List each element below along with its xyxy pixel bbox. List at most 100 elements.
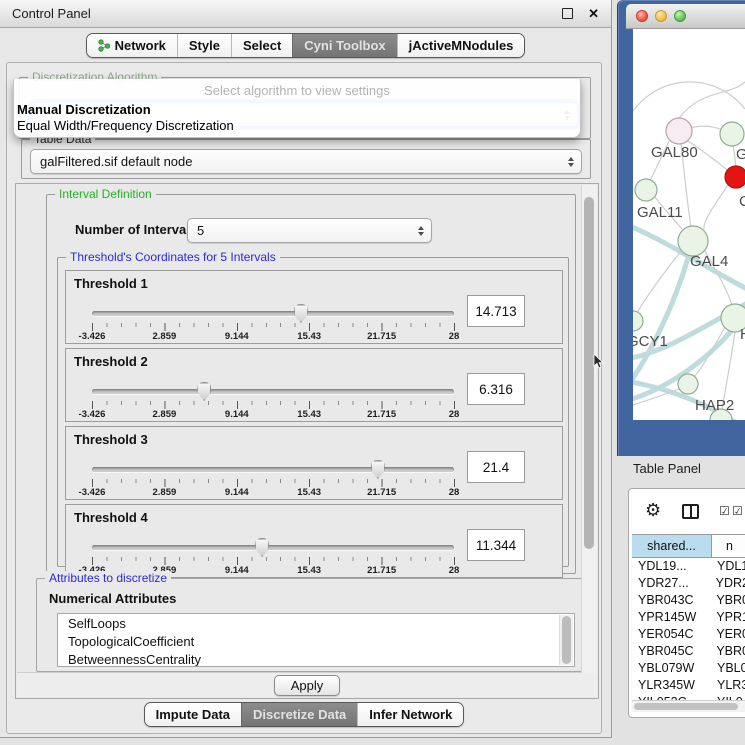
threshold-3-slider: -3.426 2.859 9.144 15.43 21.715 28 (92, 427, 454, 501)
slider-track[interactable] (92, 467, 454, 472)
cell[interactable]: YBR0 (710, 593, 745, 607)
slider-ticks (92, 401, 455, 409)
table-row[interactable]: YPR145WYPR1 (632, 608, 745, 625)
cell[interactable]: YER0 (710, 627, 745, 641)
cell[interactable]: YBR043C (632, 593, 710, 607)
cyni-toolbox-panel: Discretization Algorithm Select algorith… (6, 62, 602, 734)
tab-jactivemnodules[interactable]: jActiveMNodules (397, 34, 525, 57)
float-window-icon[interactable] (562, 8, 573, 19)
cell[interactable]: YDR2 (710, 576, 745, 590)
tick-label: 9.144 (225, 409, 249, 420)
cell[interactable]: YPR1 (710, 610, 745, 624)
cell[interactable]: YBL0 (711, 661, 745, 675)
network-graph: GAL80 GA C GAL11 GAL4 GCY1 H HAP2 (633, 29, 745, 420)
cell[interactable]: YDL19... (632, 559, 711, 573)
tab-discretize-data[interactable]: Discretize Data (241, 703, 357, 726)
dropdown-item-equal-width-frequency[interactable]: Equal Width/Frequency Discretization (17, 118, 234, 133)
node-hap2[interactable] (678, 374, 698, 394)
tab-network[interactable]: Network (87, 34, 177, 57)
threshold-3-value-field[interactable]: 21.4 (467, 451, 525, 483)
node-gal80[interactable] (666, 118, 692, 144)
node-top-right[interactable] (720, 122, 744, 146)
window-title: Control Panel (12, 6, 91, 21)
table-data-combobox[interactable]: galFiltered.sif default node (30, 149, 582, 174)
network-canvas[interactable]: GAL80 GA C GAL11 GAL4 GCY1 H HAP2 (633, 29, 745, 420)
tab-select[interactable]: Select (231, 34, 292, 57)
tick-label: 28 (449, 331, 460, 342)
slider-track[interactable] (92, 389, 454, 394)
table-row[interactable]: YDR27...YDR2 (632, 574, 745, 591)
gear-icon[interactable]: ⚙ (645, 501, 661, 519)
dropdown-item-manual-discretization[interactable]: Manual Discretization (17, 102, 151, 117)
column-header-shared-name[interactable]: shared... (632, 535, 712, 557)
threshold-3-row: Threshold 3 -3.426 2.859 9.144 15.43 21.… (65, 426, 563, 500)
interval-definition-group: Interval Definition Number of Intervals … (46, 194, 576, 574)
column-header-name[interactable]: n (712, 535, 745, 557)
cell[interactable]: YBR045C (632, 644, 710, 658)
table-panel: ⚙ ☑ ☑ shared... n YDL19...YDL1 YDR27...Y… (628, 488, 745, 718)
slider-tick-labels: -3.426 2.859 9.144 15.43 21.715 28 (92, 409, 454, 421)
cell[interactable]: YPR145W (632, 610, 710, 624)
tab-infer-network[interactable]: Infer Network (357, 703, 463, 726)
tab-impute-data[interactable]: Impute Data (145, 703, 241, 726)
cell[interactable]: YBL079W (632, 661, 711, 675)
tick-label: 15.43 (297, 565, 321, 576)
cell[interactable]: YER054C (632, 627, 710, 641)
table-row[interactable]: YBR043CYBR0 (632, 591, 745, 608)
node-red-selected[interactable] (725, 166, 745, 188)
table-row[interactable]: YIL052CYIL0 (632, 693, 745, 700)
table-row[interactable]: YLR345WYLR3 (632, 676, 745, 693)
scrollbar-thumb[interactable] (584, 197, 594, 549)
cell[interactable]: YDL1 (711, 559, 745, 573)
threshold-2-value-field[interactable]: 6.316 (467, 373, 525, 405)
panel-vertical-scrollbar[interactable] (581, 185, 597, 673)
cell[interactable]: YDR27... (632, 576, 710, 590)
table-header-row: shared... n (632, 534, 745, 558)
table-horizontal-scrollbar[interactable] (632, 700, 745, 712)
node-gal4[interactable] (678, 226, 708, 256)
close-traffic-light-icon[interactable] (636, 10, 648, 22)
list-item-topologicalcoefficient[interactable]: TopologicalCoefficient (58, 632, 574, 650)
node-gcy1[interactable] (633, 311, 643, 331)
numerical-attributes-list[interactable]: SelfLoops TopologicalCoefficient Between… (57, 613, 575, 667)
threshold-4-value-field[interactable]: 11.344 (467, 529, 525, 561)
slider-track[interactable] (92, 311, 454, 316)
bottom-tab-strip: Impute Data Discretize Data Infer Networ… (7, 702, 601, 727)
node-gal11[interactable] (635, 179, 657, 201)
list-item-selfloops[interactable]: SelfLoops (58, 614, 574, 632)
number-of-intervals-label: Number of Intervals (75, 222, 197, 237)
tab-cyni-toolbox[interactable]: Cyni Toolbox (292, 34, 396, 57)
number-of-intervals-value: 5 (197, 223, 204, 238)
table-row[interactable]: YER054CYER0 (632, 625, 745, 642)
network-view-window: GAL80 GA C GAL11 GAL4 GCY1 H HAP2 (617, 0, 745, 456)
checkbox-icon[interactable]: ☑ (732, 505, 743, 517)
tab-network-label: Network (115, 38, 166, 53)
slider-handle[interactable] (255, 538, 270, 557)
slider-handle[interactable] (197, 382, 212, 401)
algorithm-dropdown-popup: Select algorithm to view settings Manual… (13, 79, 581, 138)
slider-handle[interactable] (370, 460, 385, 479)
cell[interactable]: YLR345W (632, 678, 711, 692)
list-item-betweennesscentrality[interactable]: BetweennessCentrality (58, 650, 574, 667)
minimize-traffic-light-icon[interactable] (655, 10, 667, 22)
table-row[interactable]: YDL19...YDL1 (632, 557, 745, 574)
checkbox-icon[interactable]: ☑ (719, 505, 730, 517)
zoom-traffic-light-icon[interactable] (674, 10, 686, 22)
scrollbar-thumb[interactable] (634, 703, 738, 710)
tab-cyni-toolbox-label: Cyni Toolbox (304, 38, 385, 53)
attributes-group: Attributes to discretize Numerical Attri… (36, 578, 584, 672)
apply-button[interactable]: Apply (274, 675, 340, 696)
cell[interactable]: YLR3 (711, 678, 745, 692)
threshold-1-value-field[interactable]: 14.713 (467, 295, 525, 327)
split-columns-icon[interactable] (682, 504, 699, 519)
cell[interactable]: YBR0 (710, 644, 745, 658)
tab-style[interactable]: Style (177, 34, 231, 57)
table-row[interactable]: YBL079WYBL0 (632, 659, 745, 676)
table-row[interactable]: YBR045CYBR0 (632, 642, 745, 659)
slider-handle[interactable] (293, 304, 308, 323)
slider-track[interactable] (92, 545, 454, 550)
close-icon[interactable]: ✕ (588, 7, 599, 20)
list-vertical-scrollbar[interactable] (559, 615, 573, 665)
attributes-group-title: Attributes to discretize (45, 571, 171, 585)
number-of-intervals-combobox[interactable]: 5 (187, 218, 432, 243)
